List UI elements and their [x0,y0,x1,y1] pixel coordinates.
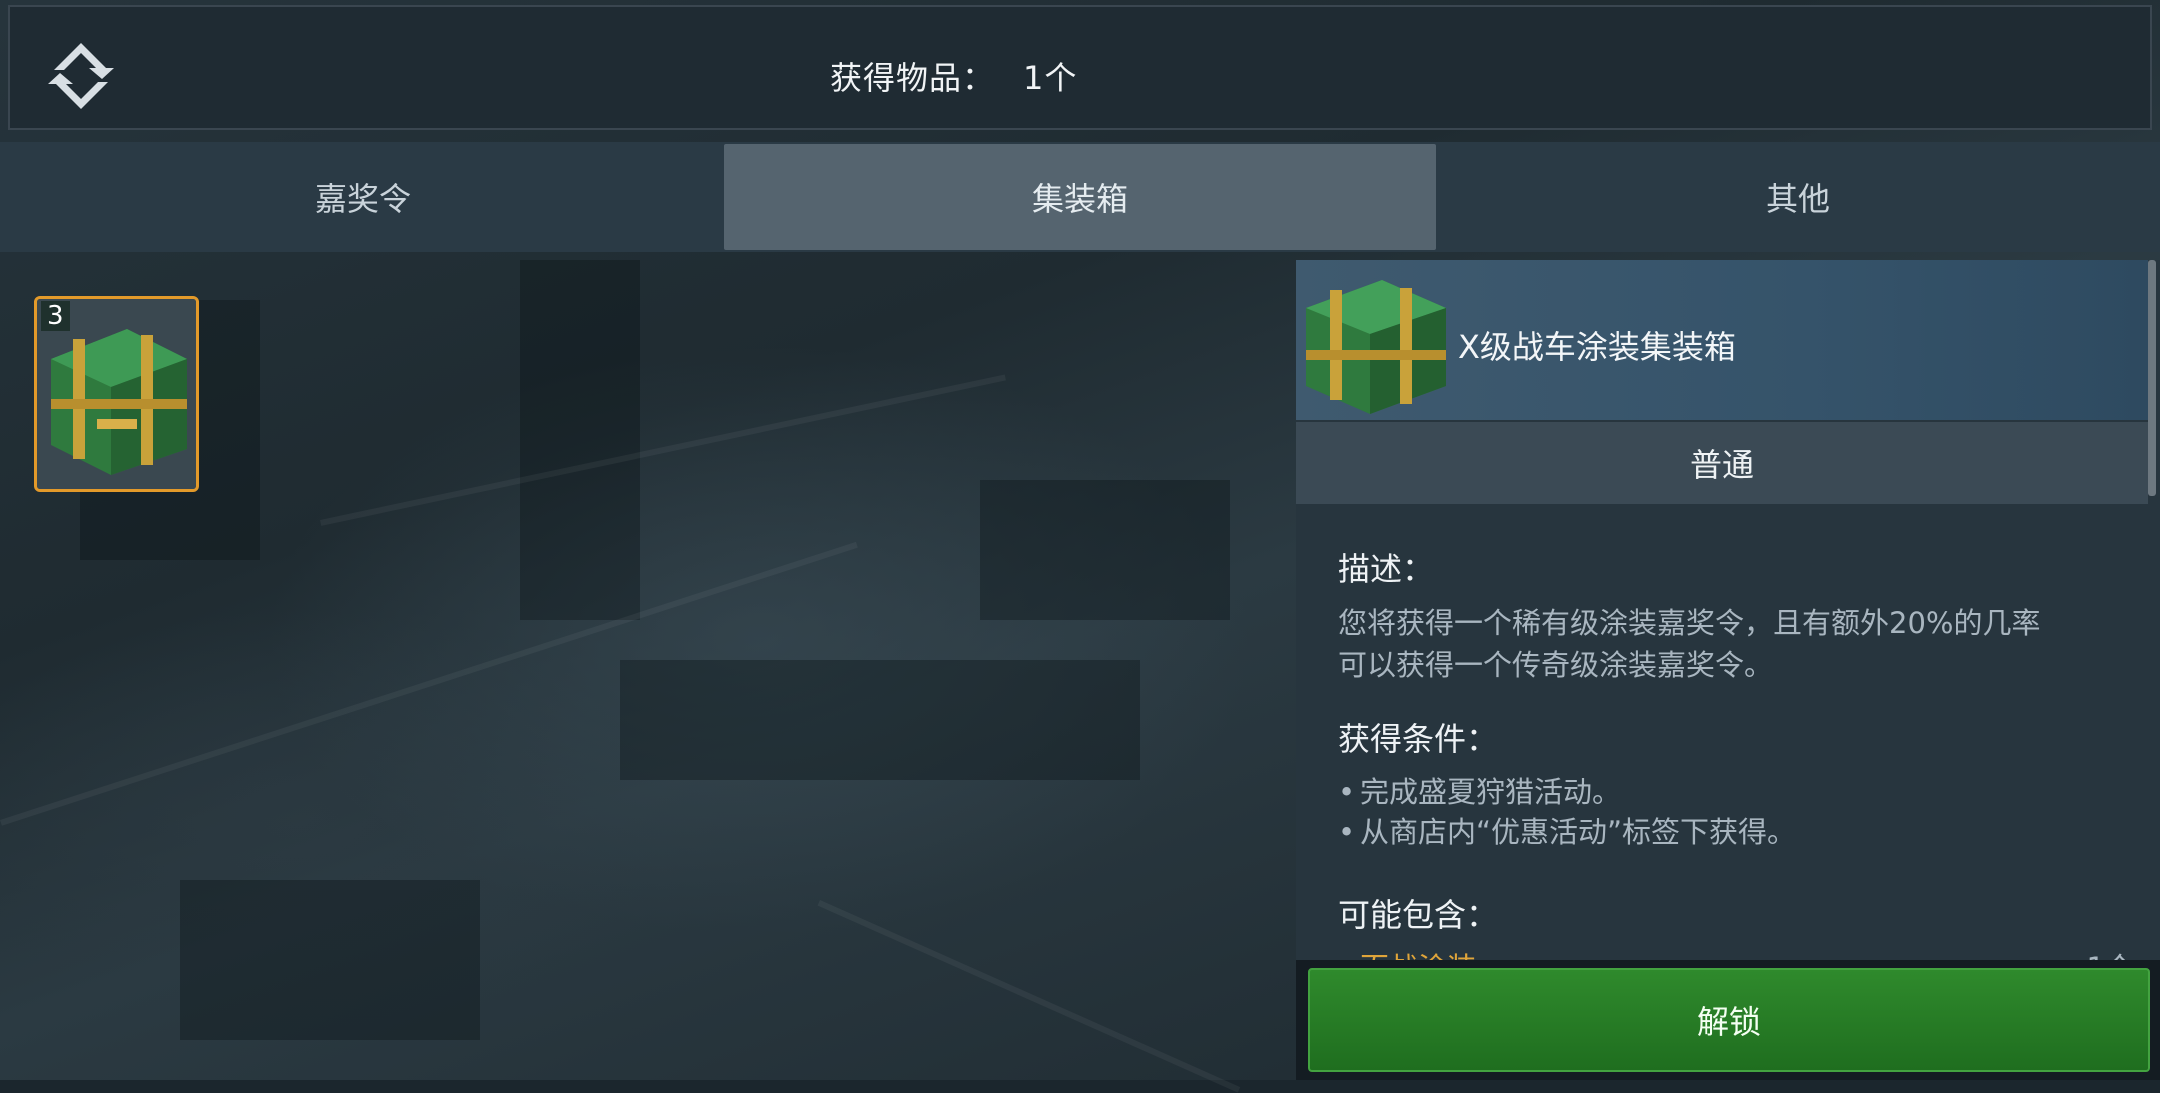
detail-content: 描述： 您将获得一个稀有级涂装嘉奖令，且有额外20%的几率 可以获得一个传奇级涂… [1338,544,2128,978]
items-received-count: 1个 [1023,59,1078,97]
items-received-label: 获得物品： [830,59,996,97]
tab-label: 集装箱 [1031,180,1128,218]
bg-line [817,900,1241,1093]
unlock-button[interactable]: 解锁 [1308,968,2150,1072]
conditions-heading: 获得条件： [1338,720,1499,758]
description-text: 您将获得一个稀有级涂装嘉奖令，且有额外20%的几率 可以获得一个传奇级涂装嘉奖令… [1338,602,2128,686]
crate-icon [1306,280,1446,414]
bg-line [320,374,1006,526]
scrollbar[interactable] [2148,260,2156,496]
inventory-item-slot[interactable]: 3 [34,296,199,492]
detail-header: X级战车涂装集装箱 [1296,260,2148,420]
description-line: 可以获得一个传奇级涂装嘉奖令。 [1338,648,1774,682]
description-heading: 描述： [1338,550,1435,588]
contains-heading: 可能包含： [1338,896,1499,934]
bg-shape [520,260,640,620]
header-bar: 获得物品： 1个 [8,5,2152,130]
condition-text: 从商店内“优惠活动”标签下获得。 [1360,815,1797,849]
bg-shape [180,880,480,1040]
bullet-mark: • [1338,775,1356,809]
bullet-mark: • [1338,815,1356,849]
condition-item: • 从商店内“优惠活动”标签下获得。 [1338,812,2128,852]
detail-panel: X级战车涂装集装箱 普通 描述： 您将获得一个稀有级涂装嘉奖令，且有额外20%的… [1296,260,2160,1080]
item-count-badge: 3 [41,301,70,331]
bg-shape [980,480,1230,620]
header-title: 获得物品： 1个 [830,53,1077,99]
tab-other[interactable]: 其他 [1436,142,2160,252]
condition-text: 完成盛夏狩猎活动。 [1360,775,1622,809]
bg-shape [620,660,1140,780]
refresh-arrows-icon[interactable] [36,37,126,115]
item-title: X级战车涂装集装箱 [1458,328,1736,366]
condition-item: • 完成盛夏狩猎活动。 [1338,772,2128,812]
category-tabs: 嘉奖令 集装箱 其他 [0,142,2160,252]
description-line: 您将获得一个稀有级涂装嘉奖令，且有额外20%的几率 [1338,606,2041,640]
tab-label: 其他 [1765,180,1830,218]
tab-label: 嘉奖令 [314,180,411,218]
tab-containers[interactable]: 集装箱 [724,144,1436,250]
unlock-label: 解锁 [1696,1003,1761,1041]
tab-commendation[interactable]: 嘉奖令 [0,142,726,252]
rarity-label: 普通 [1296,422,2148,504]
